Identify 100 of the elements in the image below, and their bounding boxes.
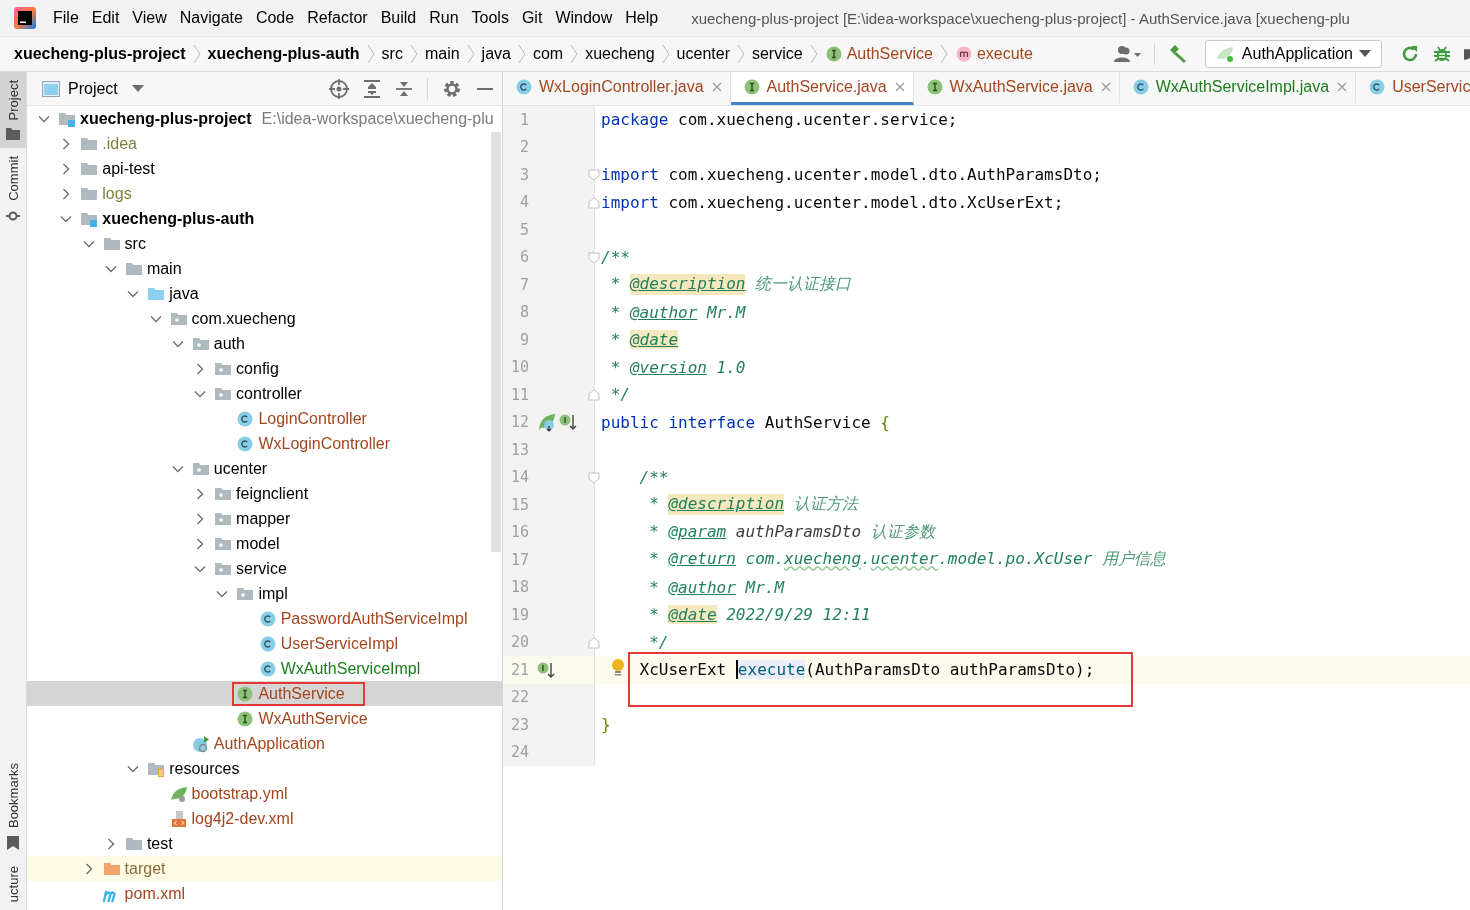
breadcrumb[interactable]: xuecheng-plus-auth bbox=[207, 45, 360, 63]
editor-tab[interactable]: WxLoginController.java bbox=[503, 72, 731, 105]
tree-item[interactable]: src bbox=[27, 231, 502, 256]
breadcrumb[interactable]: src bbox=[381, 45, 403, 63]
fold-marker-icon[interactable] bbox=[588, 636, 600, 649]
scrollbar-thumb[interactable] bbox=[491, 132, 501, 552]
lightbulb-icon[interactable] bbox=[611, 658, 625, 678]
menu-item[interactable]: Edit bbox=[91, 9, 120, 27]
tool-window-button[interactable]: ucture bbox=[0, 857, 26, 910]
doc-comment-text: * bbox=[610, 330, 622, 350]
tool-window-button[interactable]: Project bbox=[0, 72, 26, 149]
menu-item[interactable]: Code bbox=[255, 9, 295, 27]
tree-item[interactable]: resources bbox=[27, 756, 502, 781]
breadcrumb[interactable]: com bbox=[532, 45, 564, 63]
line-number: 4 bbox=[518, 193, 529, 212]
expand-all-icon[interactable] bbox=[363, 78, 381, 99]
implementations-icon[interactable] bbox=[537, 412, 557, 433]
breadcrumb[interactable]: ucenter bbox=[676, 45, 730, 63]
fold-marker-icon[interactable] bbox=[588, 389, 600, 401]
bug-icon[interactable] bbox=[1432, 44, 1452, 64]
tree-item[interactable]: model bbox=[27, 531, 502, 556]
menu-item[interactable]: Tools bbox=[471, 9, 509, 27]
tree-item[interactable]: java bbox=[27, 281, 502, 306]
tree-item[interactable]: bootstrap.yml bbox=[27, 781, 502, 806]
breadcrumb[interactable]: java bbox=[481, 45, 511, 63]
breadcrumb[interactable]: execute bbox=[954, 45, 1033, 63]
tree-item[interactable]: WxAuthServiceImpl bbox=[27, 656, 502, 681]
editor-tab[interactable]: UserServic bbox=[1356, 72, 1470, 105]
menu-item[interactable]: Navigate bbox=[179, 9, 243, 27]
menu-item[interactable]: Run bbox=[429, 9, 459, 27]
tree-item[interactable]: xuecheng-plus-project E:\idea-workspace\xuecheng-plu bbox=[27, 106, 502, 131]
tree-item[interactable]: config bbox=[27, 356, 502, 381]
close-icon[interactable] bbox=[1100, 82, 1111, 92]
fold-marker-icon[interactable] bbox=[588, 196, 600, 209]
run-configuration-dropdown[interactable]: AuthApplication bbox=[1204, 40, 1382, 68]
panel-title[interactable]: Project bbox=[68, 79, 118, 98]
tree-item[interactable]: target bbox=[27, 856, 502, 881]
interface-icon bbox=[824, 45, 843, 63]
tree-item[interactable]: ucenter bbox=[27, 456, 502, 481]
tree-item[interactable]: pom.xml bbox=[27, 881, 502, 906]
menu-item[interactable]: Window bbox=[555, 9, 613, 27]
doc-comment-text: ucenter bbox=[870, 549, 939, 571]
line-number: 6 bbox=[518, 248, 529, 267]
breadcrumb[interactable]: service bbox=[751, 45, 803, 63]
editor-tab[interactable]: WxAuthService.java bbox=[913, 72, 1120, 105]
tool-window-button[interactable]: Commit bbox=[0, 148, 26, 232]
separator-icon bbox=[517, 44, 526, 64]
tool-window-button[interactable]: Bookmarks bbox=[0, 754, 26, 858]
breadcrumb[interactable]: main bbox=[424, 45, 460, 63]
application-icon bbox=[191, 734, 210, 753]
settings-icon[interactable] bbox=[442, 78, 462, 99]
editor-tab[interactable]: WxAuthServiceImpl.java bbox=[1119, 72, 1357, 105]
tree-item[interactable]: com.xuecheng bbox=[27, 306, 502, 331]
tree-item[interactable]: LoginController bbox=[27, 406, 502, 431]
tree-item[interactable]: mapper bbox=[27, 506, 502, 531]
fold-marker-icon[interactable] bbox=[588, 251, 600, 264]
tree-item[interactable]: AuthService bbox=[27, 681, 502, 706]
close-icon[interactable] bbox=[1337, 82, 1348, 92]
breadcrumb[interactable]: AuthService bbox=[824, 45, 933, 63]
close-icon[interactable] bbox=[711, 82, 722, 92]
class-icon bbox=[258, 659, 277, 678]
menu-item[interactable]: Git bbox=[521, 9, 543, 27]
fold-marker-icon[interactable] bbox=[588, 471, 600, 484]
doc-comment-text: . bbox=[861, 549, 871, 571]
menu-item[interactable]: View bbox=[132, 9, 167, 27]
tree-item[interactable]: log4j2-dev.xml bbox=[27, 806, 502, 831]
menu-item[interactable]: Refactor bbox=[307, 9, 368, 27]
locate-icon[interactable] bbox=[329, 78, 349, 99]
tree-item[interactable]: logs bbox=[27, 181, 502, 206]
user-icon[interactable] bbox=[1113, 45, 1142, 63]
menu-item[interactable]: Build bbox=[380, 9, 417, 27]
interface-icon bbox=[742, 78, 761, 96]
tree-item[interactable]: .idea bbox=[27, 131, 502, 156]
tree-item[interactable]: controller bbox=[27, 381, 502, 406]
tree-item[interactable]: PasswordAuthServiceImpl bbox=[27, 606, 502, 631]
menu-item[interactable]: Help bbox=[625, 9, 659, 27]
doc-tag: @version bbox=[629, 357, 707, 377]
tree-item[interactable]: service bbox=[27, 556, 502, 581]
tree-item[interactable]: main bbox=[27, 256, 502, 281]
doc-comment-text: Mr.M bbox=[744, 577, 785, 597]
rerun-icon[interactable] bbox=[1400, 44, 1420, 64]
close-icon[interactable] bbox=[894, 82, 905, 92]
editor-tab[interactable]: AuthService.java bbox=[730, 72, 914, 105]
tree-item[interactable]: WxAuthService bbox=[27, 706, 502, 731]
tree-item[interactable]: auth bbox=[27, 331, 502, 356]
tree-item[interactable]: xuecheng-plus-auth bbox=[27, 206, 502, 231]
separator-icon bbox=[809, 44, 818, 64]
tree-item[interactable]: test bbox=[27, 831, 502, 856]
breadcrumb[interactable]: xuecheng-plus-project bbox=[14, 45, 186, 63]
breadcrumb[interactable]: xuecheng bbox=[585, 45, 655, 63]
tree-item[interactable]: feignclient bbox=[27, 481, 502, 506]
tree-item[interactable]: UserServiceImpl bbox=[27, 631, 502, 656]
menu-item[interactable]: File bbox=[53, 9, 79, 27]
fold-marker-icon[interactable] bbox=[588, 169, 600, 181]
caret-icon[interactable] bbox=[131, 84, 144, 93]
tree-item[interactable]: AuthApplication bbox=[27, 731, 502, 756]
code-text: (AuthParamsDto authParamsDto); bbox=[805, 660, 1095, 680]
tree-item[interactable]: WxLoginController bbox=[27, 431, 502, 456]
tree-item[interactable]: impl bbox=[27, 581, 502, 606]
tree-item[interactable]: api-test bbox=[27, 156, 502, 181]
